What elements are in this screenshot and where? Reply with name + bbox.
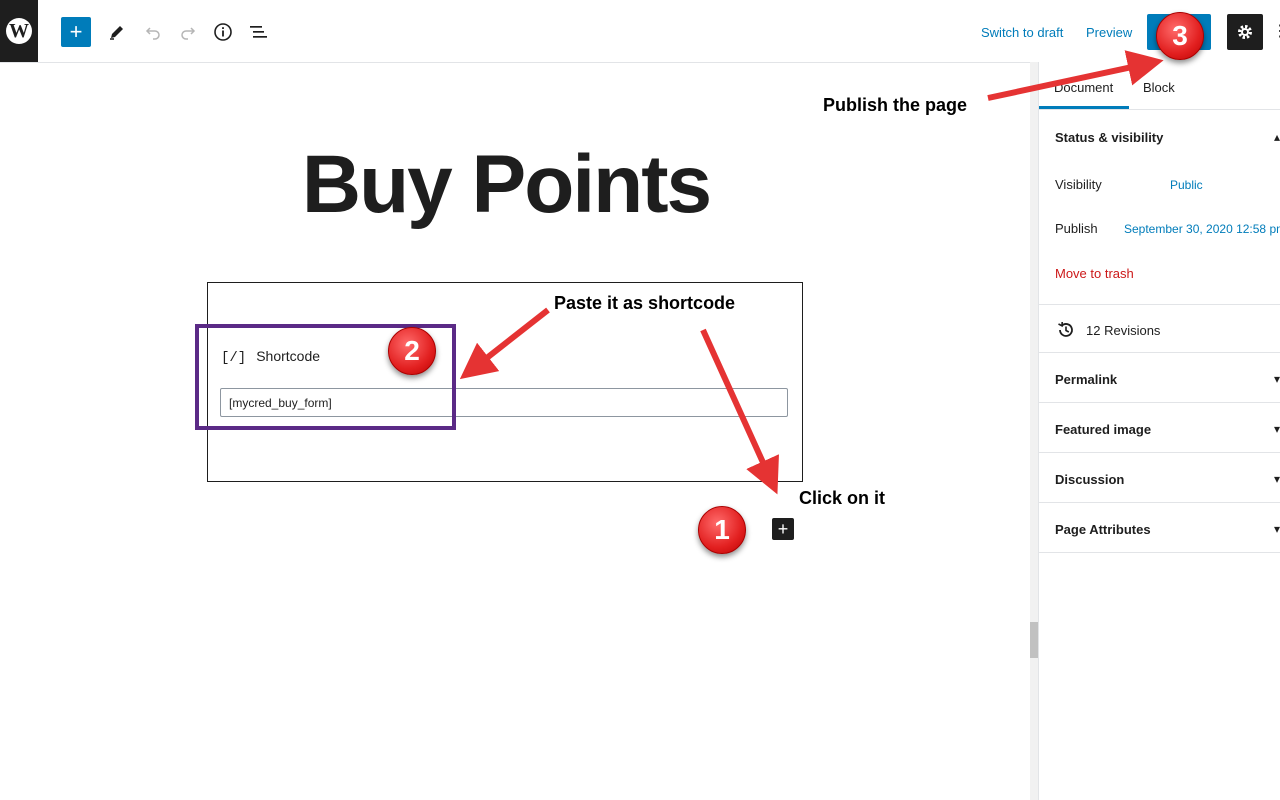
block-navigation-button[interactable] xyxy=(246,20,270,44)
tab-document[interactable]: Document xyxy=(1054,80,1113,95)
wordpress-logo-button[interactable]: W xyxy=(0,0,38,62)
move-to-trash-link[interactable]: Move to trash xyxy=(1055,266,1134,281)
tab-divider xyxy=(1039,109,1280,110)
divider xyxy=(1039,402,1280,403)
permalink-panel-toggle[interactable]: Permalink xyxy=(1055,372,1117,387)
preview-link[interactable]: Preview xyxy=(1086,25,1132,40)
publish-date-button[interactable]: September 30, 2020 12:58 pm xyxy=(1124,222,1280,236)
step-1-badge: 1 xyxy=(698,506,746,554)
visibility-label: Visibility xyxy=(1055,177,1102,192)
chevron-down-icon[interactable]: ▾ xyxy=(1274,372,1280,386)
featured-image-panel-toggle[interactable]: Featured image xyxy=(1055,422,1151,437)
chevron-down-icon[interactable]: ▾ xyxy=(1274,422,1280,436)
page-title[interactable]: Buy Points xyxy=(0,138,1012,232)
gear-icon xyxy=(1238,25,1252,39)
settings-button[interactable] xyxy=(1227,14,1263,50)
annotation-publish-the-page: Publish the page xyxy=(823,95,968,115)
visibility-value-button[interactable]: Public xyxy=(1170,178,1203,192)
more-options-icon[interactable]: ⋮ xyxy=(1272,22,1280,42)
publish-label: Publish xyxy=(1055,221,1098,236)
editor-scrollbar[interactable] xyxy=(1030,62,1038,800)
switch-to-draft-link[interactable]: Switch to draft xyxy=(981,25,1063,40)
redo-button[interactable] xyxy=(176,20,200,44)
chevron-down-icon[interactable]: ▾ xyxy=(1274,522,1280,536)
annotation-click-on-it: Click on it xyxy=(799,488,886,508)
revisions-link[interactable]: 12 Revisions xyxy=(1086,323,1160,338)
page-attributes-panel-toggle[interactable]: Page Attributes xyxy=(1055,522,1151,537)
step-2-badge: 2 xyxy=(388,327,436,375)
redo-icon xyxy=(181,27,196,40)
content-structure-button[interactable] xyxy=(211,20,235,44)
annotation-paste-as-shortcode: Paste it as shortcode xyxy=(554,293,736,313)
discussion-panel-toggle[interactable]: Discussion xyxy=(1055,472,1124,487)
tab-block[interactable]: Block xyxy=(1143,80,1175,95)
add-block-button[interactable]: + xyxy=(61,17,91,47)
block-inserter-button[interactable]: + xyxy=(772,518,794,540)
revisions-history-icon xyxy=(1056,320,1076,340)
divider xyxy=(1039,552,1280,553)
undo-button[interactable] xyxy=(141,20,165,44)
divider xyxy=(1039,452,1280,453)
divider xyxy=(1039,352,1280,353)
pencil-icon xyxy=(110,26,123,40)
edit-tools-button[interactable] xyxy=(105,20,129,44)
chevron-down-icon[interactable]: ▾ xyxy=(1274,472,1280,486)
step-3-badge: 3 xyxy=(1156,12,1204,60)
divider xyxy=(1039,304,1280,305)
list-view-icon xyxy=(250,26,267,38)
chevron-up-icon[interactable]: ▴ xyxy=(1274,130,1280,144)
scrollbar-thumb[interactable] xyxy=(1030,622,1038,658)
wordpress-logo-icon: W xyxy=(6,18,32,44)
status-visibility-panel-toggle[interactable]: Status & visibility xyxy=(1055,130,1163,145)
divider xyxy=(1039,502,1280,503)
undo-icon xyxy=(145,27,160,40)
info-icon xyxy=(214,23,232,41)
